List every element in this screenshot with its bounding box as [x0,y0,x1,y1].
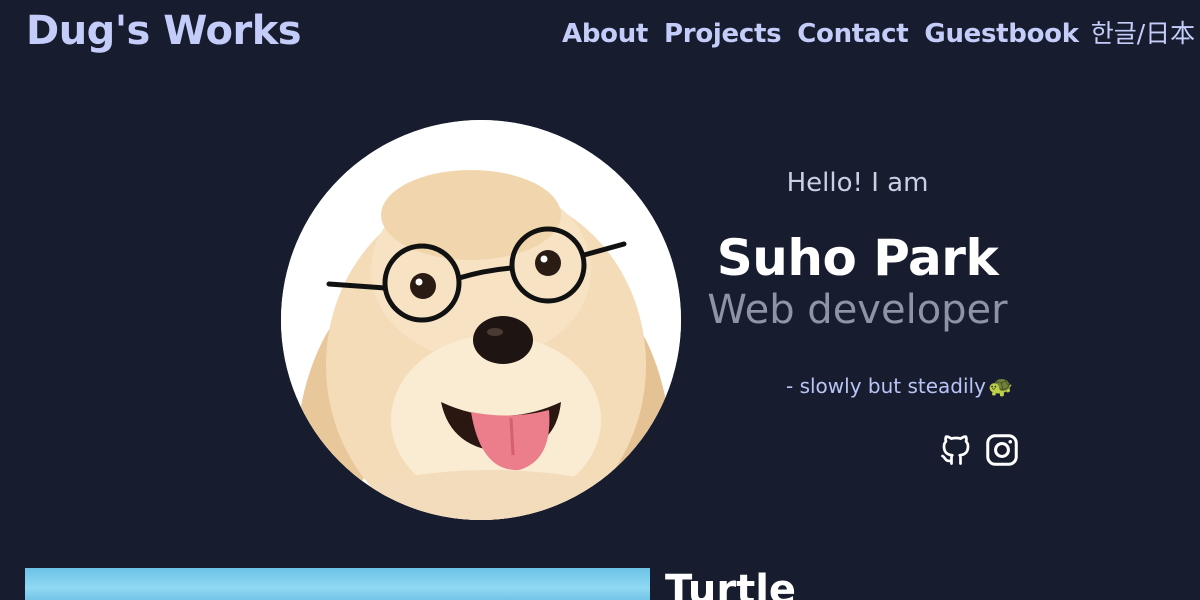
intro-block: Hello! I am Suho Park Web developer [690,164,1025,334]
nav-projects[interactable]: Projects [664,19,782,49]
greeting-text: Hello! I am [786,168,929,198]
person-role: Web developer [707,287,1008,333]
language-switcher[interactable]: 한글/日本 [1091,14,1195,50]
nav-contact[interactable]: Contact [797,19,908,49]
nav-guestbook[interactable]: Guestbook [924,19,1079,49]
page: Dug's Works About Projects Contact Guest… [0,0,1200,600]
person-name: Suho Park [716,229,999,287]
puppy-illustration [281,120,681,520]
turtle-emoji: 🐢 [987,374,1013,398]
project-thumbnail[interactable] [25,568,650,600]
github-icon[interactable] [938,432,974,468]
motto-text: - slowly but steadily [786,374,986,398]
instagram-icon[interactable] [984,432,1020,468]
social-links [938,432,1020,468]
brand-logo[interactable]: Dug's Works [26,8,302,54]
project-title[interactable]: Turtle [665,566,796,600]
motto: - slowly but steadily 🐢 [786,374,1013,398]
nav-about[interactable]: About [562,19,648,49]
main-nav: About Projects Contact Guestbook 한글/日本 [562,14,1195,50]
profile-avatar [281,120,681,520]
